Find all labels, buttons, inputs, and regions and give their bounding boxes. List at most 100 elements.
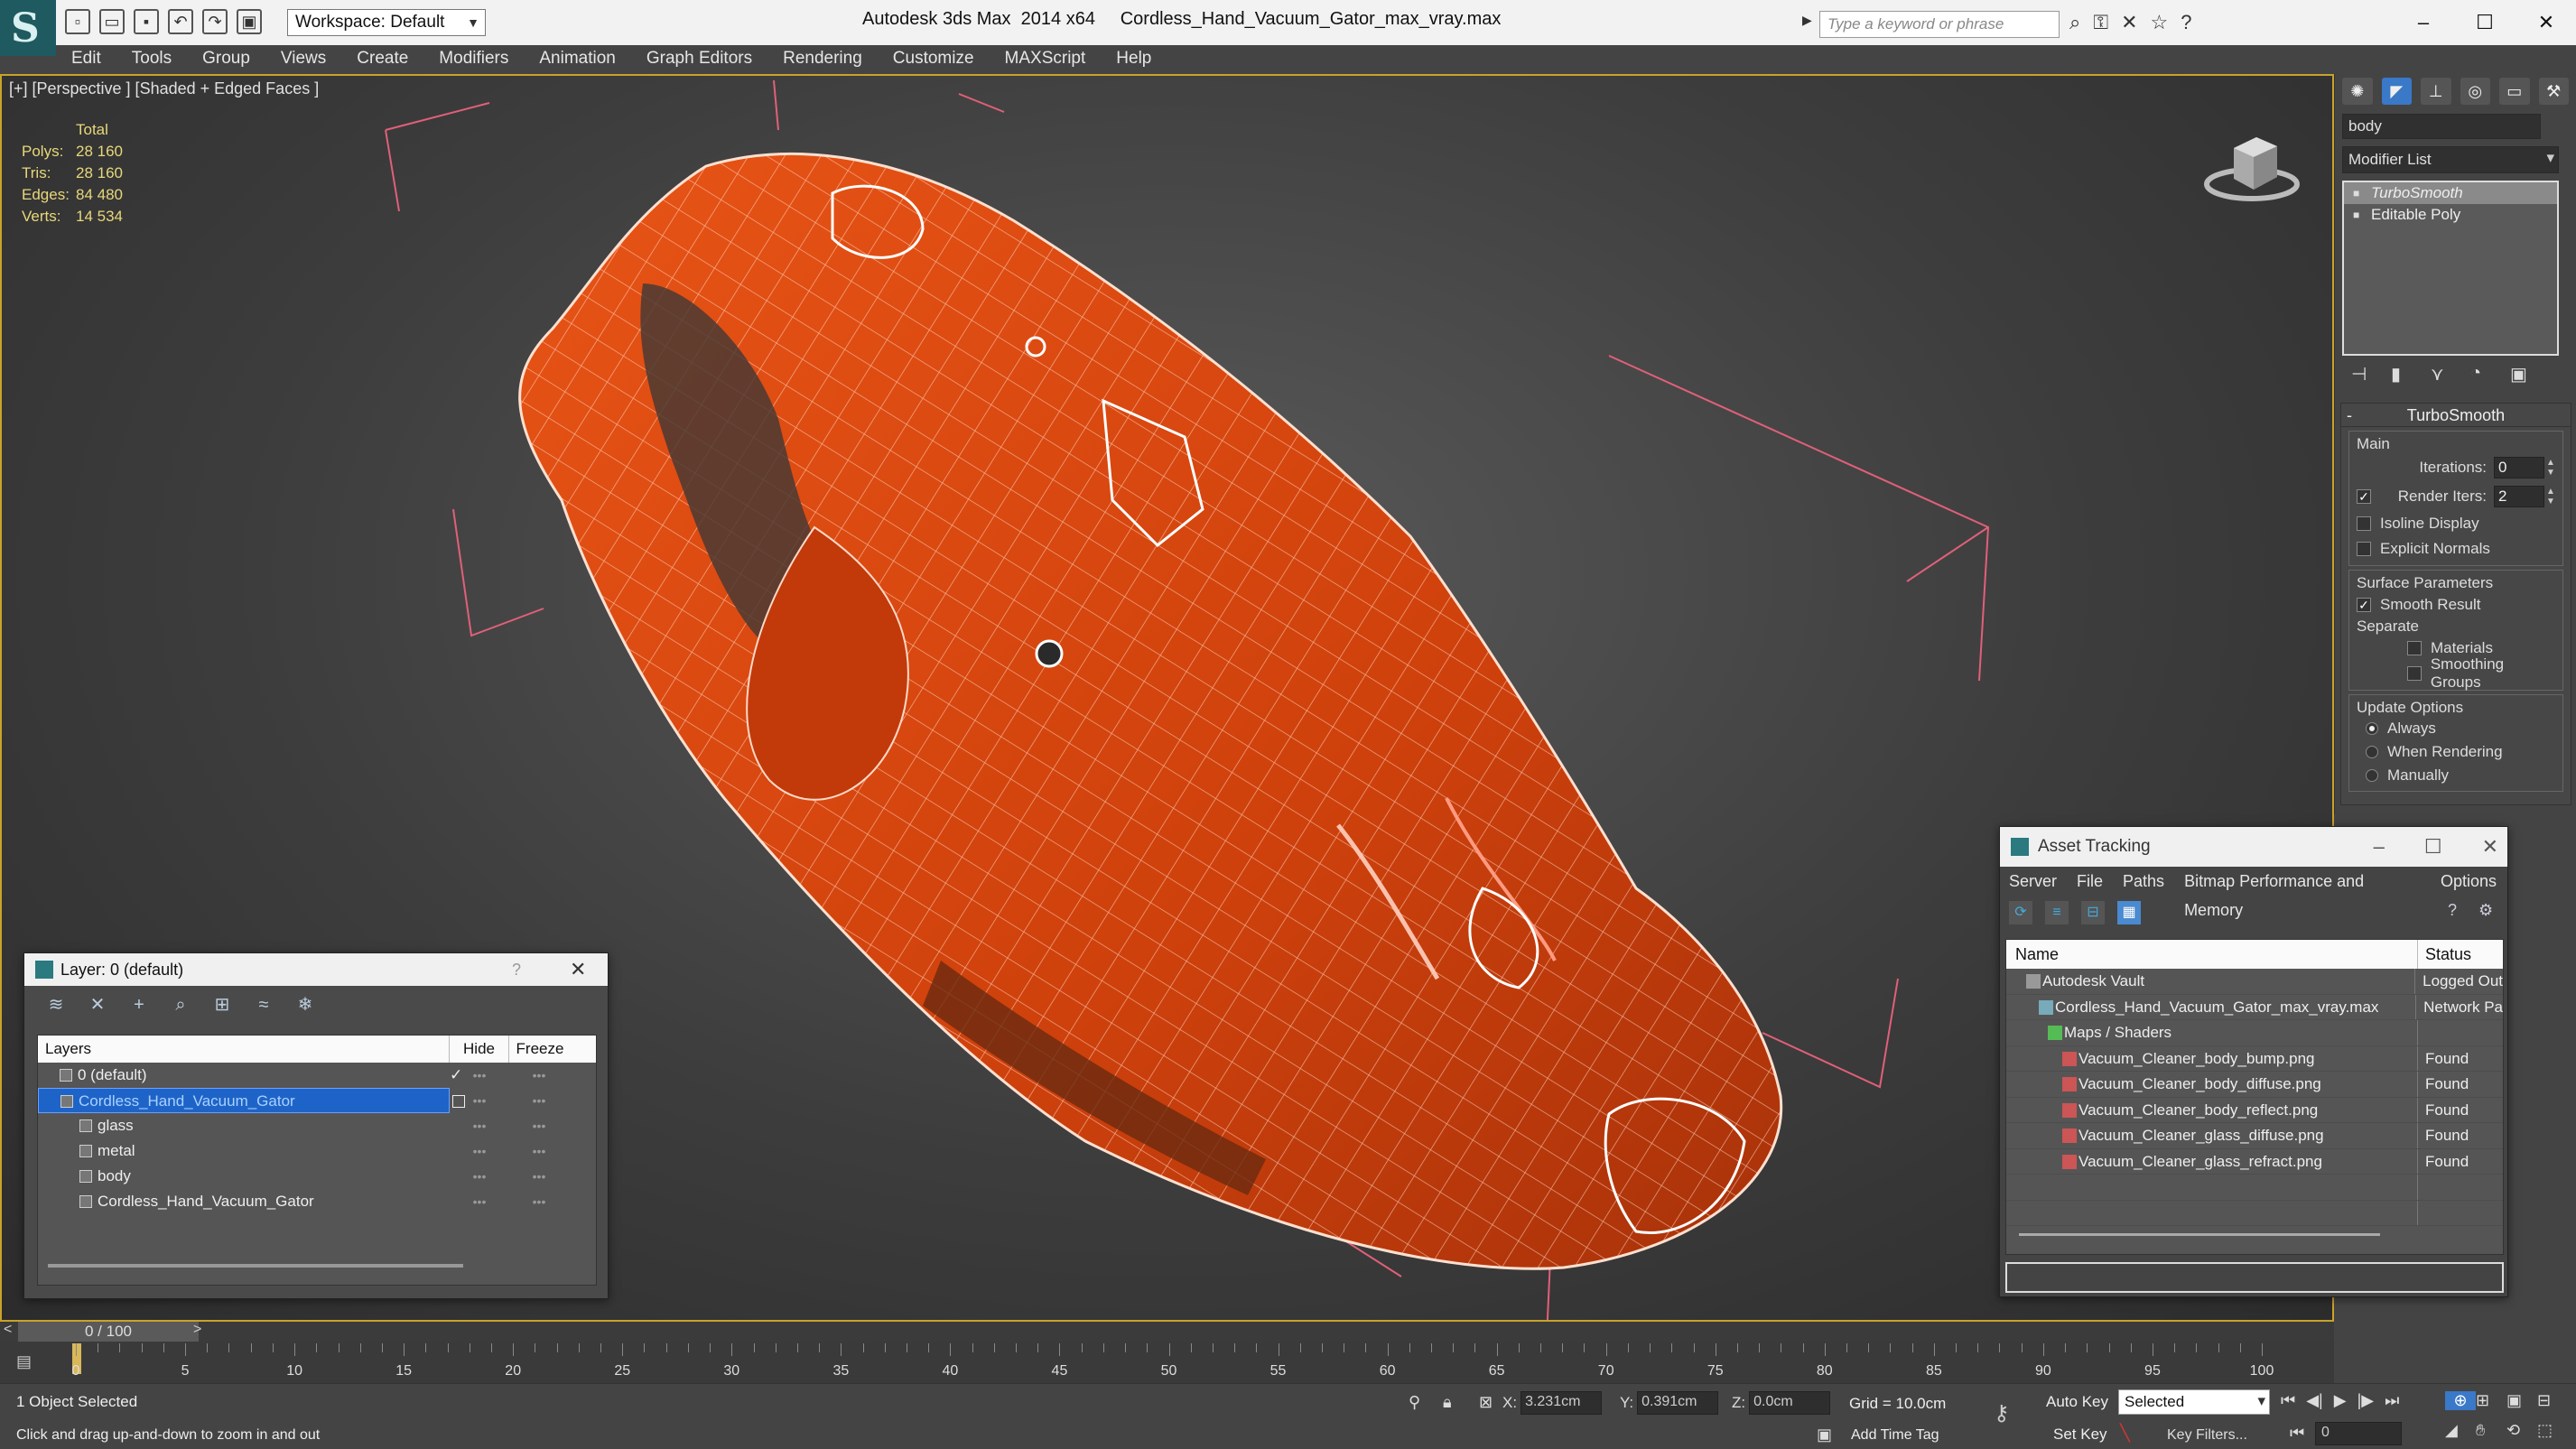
chevron-down-icon[interactable]: ▼ xyxy=(462,11,484,34)
track-bar[interactable]: ▤ 0 5 10 15 20 25 30 35 40 45 50 55 60 65 70 75 80 85 90 95… xyxy=(0,1342,2334,1383)
highlight-layer-icon[interactable]: ⊞ xyxy=(210,993,234,1017)
col-freeze[interactable]: Freeze xyxy=(509,1036,571,1063)
stack-item-turbosmooth[interactable]: TurboSmooth xyxy=(2344,182,2557,204)
key-filters-button[interactable]: Key Filters... xyxy=(2167,1427,2247,1444)
manually-radio[interactable] xyxy=(2366,769,2378,782)
go-to-start-icon[interactable]: ⏮ xyxy=(2281,1391,2295,1410)
zoom-extents-all-icon[interactable]: ⊟ xyxy=(2537,1391,2568,1410)
minimize-icon[interactable]: – xyxy=(2393,5,2454,40)
open-file-icon[interactable]: ▭ xyxy=(99,9,125,34)
when-rendering-radio[interactable] xyxy=(2366,746,2378,758)
asset-menu-item[interactable]: Options xyxy=(2432,867,2507,896)
menu-item[interactable]: Group xyxy=(187,45,265,74)
vacuum-model[interactable] xyxy=(518,153,1783,1270)
asset-row[interactable]: Cordless_Hand_Vacuum_Gator_max_vray.max N… xyxy=(2006,994,2503,1020)
layer-window-titlebar[interactable]: Layer: 0 (default) ? ✕ xyxy=(24,953,608,986)
modify-tab-icon[interactable]: ◤ xyxy=(2381,78,2412,105)
asset-name-cell[interactable]: Vacuum_Cleaner_glass_refract.png xyxy=(2006,1148,2418,1174)
horizontal-scrollbar[interactable] xyxy=(48,1264,463,1268)
configure-sets-icon[interactable]: ▣ xyxy=(2510,363,2530,385)
freeze-toggle[interactable]: ••• xyxy=(509,1189,569,1214)
layer-name-cell[interactable]: glass xyxy=(38,1113,450,1138)
minimize-icon[interactable]: – xyxy=(2374,827,2385,867)
asset-menu-item[interactable]: Paths xyxy=(2114,867,2175,896)
menu-item[interactable]: Graph Editors xyxy=(631,45,767,74)
project-folder-icon[interactable]: ▣ xyxy=(237,9,262,34)
horizontal-scrollbar[interactable] xyxy=(2006,1231,2503,1240)
z-field[interactable]: 0.0cm xyxy=(1749,1391,1831,1415)
show-end-result-icon[interactable]: ▮ xyxy=(2391,363,2411,385)
asset-name-cell[interactable]: Vacuum_Cleaner_body_bump.png xyxy=(2006,1045,2418,1071)
hide-all-icon[interactable]: ≈ xyxy=(252,993,275,1017)
asset-window-titlebar[interactable]: Asset Tracking – ☐ ✕ xyxy=(2000,827,2507,867)
layer-row[interactable]: metal ••• ••• xyxy=(38,1138,596,1164)
asset-name-cell[interactable]: Vacuum_Cleaner_body_diffuse.png xyxy=(2006,1072,2418,1097)
play-icon[interactable]: ▶ xyxy=(2334,1391,2347,1410)
asset-row[interactable]: Autodesk Vault Logged Out xyxy=(2006,969,2503,995)
refresh-icon[interactable]: ⟳ xyxy=(2009,901,2032,924)
asset-name-cell[interactable]: Vacuum_Cleaner_body_reflect.png xyxy=(2006,1097,2418,1122)
auto-key-button[interactable]: Auto Key xyxy=(2046,1393,2108,1411)
asset-menu-item[interactable]: Bitmap Performance and Memory xyxy=(2175,867,2432,919)
menu-item[interactable]: Rendering xyxy=(767,45,878,74)
freeze-toggle[interactable]: ••• xyxy=(509,1138,569,1164)
maximize-icon[interactable]: ☐ xyxy=(2424,827,2442,867)
make-current-checkbox[interactable] xyxy=(452,1095,465,1108)
go-to-end-icon[interactable]: ⏭ xyxy=(2385,1391,2399,1410)
create-layer-icon[interactable]: ≋ xyxy=(44,993,68,1017)
close-icon[interactable]: ✕ xyxy=(2516,5,2576,40)
layer-row[interactable]: Cordless_Hand_Vacuum_Gator ••• ••• xyxy=(38,1189,596,1214)
field-of-view-icon[interactable]: ◢ xyxy=(2445,1421,2476,1440)
menu-item[interactable]: MAXScript xyxy=(990,45,1102,74)
hide-toggle[interactable]: ••• xyxy=(450,1113,509,1138)
asset-row[interactable]: Vacuum_Cleaner_glass_diffuse.png Found xyxy=(2006,1123,2503,1149)
col-status[interactable]: Status xyxy=(2418,940,2471,969)
list-view-icon[interactable]: ≡ xyxy=(2045,901,2069,924)
zoom-icon[interactable]: ⊕ xyxy=(2445,1391,2476,1410)
spinner-arrows-icon[interactable]: ▲ ▼ xyxy=(2544,487,2557,506)
asset-row[interactable]: Vacuum_Cleaner_body_diffuse.png Found xyxy=(2006,1072,2503,1098)
new-file-icon[interactable]: ▫ xyxy=(65,9,90,34)
render-iters-spinner[interactable]: 2 xyxy=(2494,486,2544,507)
always-radio[interactable] xyxy=(2366,722,2378,735)
freeze-toggle[interactable]: ••• xyxy=(509,1113,569,1138)
isolate-selection-icon[interactable]: ⚲ xyxy=(1409,1393,1420,1412)
layer-name-cell[interactable]: 0 (default) ✓ xyxy=(38,1063,462,1088)
time-tag-icon[interactable]: ▣ xyxy=(1817,1426,1832,1444)
next-frame-icon[interactable]: |▶ xyxy=(2357,1391,2375,1410)
remove-modifier-icon[interactable]: ◔ xyxy=(2470,363,2490,383)
col-hide[interactable]: Hide xyxy=(450,1036,509,1063)
key-mode-icon[interactable]: ⏮ xyxy=(2290,1424,2304,1443)
asset-name-cell[interactable]: Vacuum_Cleaner_glass_diffuse.png xyxy=(2006,1123,2418,1148)
set-key-icon[interactable]: ╲ xyxy=(2120,1424,2130,1443)
isoline-checkbox[interactable] xyxy=(2357,516,2371,531)
utilities-tab-icon[interactable]: ⚒ xyxy=(2538,78,2569,105)
object-name-field[interactable]: body xyxy=(2342,114,2541,139)
previous-frame-icon[interactable]: ◀| xyxy=(2306,1391,2323,1410)
absolute-mode-icon[interactable]: ⊠ xyxy=(1479,1393,1493,1412)
freeze-toggle[interactable]: ••• xyxy=(509,1063,569,1088)
col-name[interactable]: Name xyxy=(2006,940,2418,969)
save-file-icon[interactable]: ▪ xyxy=(134,9,159,34)
maximize-icon[interactable]: ☐ xyxy=(2454,5,2516,40)
key-icon[interactable]: ⚿ xyxy=(2093,11,2108,34)
display-tab-icon[interactable]: ▭ xyxy=(2499,78,2530,105)
asset-name-cell[interactable]: Cordless_Hand_Vacuum_Gator_max_vray.max xyxy=(2006,994,2417,1019)
pan-icon[interactable]: ✋︎ xyxy=(2476,1421,2506,1440)
time-slider[interactable]: < 0 / 100 > xyxy=(0,1322,2334,1342)
hide-toggle[interactable]: ••• xyxy=(450,1138,509,1164)
search-input[interactable]: Type a keyword or phrase xyxy=(1819,11,2060,38)
app-logo[interactable]: S xyxy=(0,0,56,56)
iterations-spinner[interactable]: 0 xyxy=(2494,457,2544,478)
hierarchy-tab-icon[interactable]: ⊥ xyxy=(2421,78,2451,105)
asset-row[interactable]: Vacuum_Cleaner_body_bump.png Found xyxy=(2006,1045,2503,1072)
layer-name-cell[interactable]: body xyxy=(38,1164,450,1189)
orbit-icon[interactable]: ⟲ xyxy=(2506,1421,2537,1440)
viewcube-icon[interactable] xyxy=(2198,112,2306,211)
smooth-result-checkbox[interactable]: ✓ xyxy=(2357,598,2371,612)
hide-toggle[interactable]: ••• xyxy=(450,1164,509,1189)
selection-set-dropdown[interactable]: Selected xyxy=(2118,1389,2270,1415)
next-frame-arrow[interactable]: > xyxy=(193,1322,201,1338)
stack-item-editable-poly[interactable]: Editable Poly xyxy=(2344,204,2557,226)
menu-item[interactable]: Modifiers xyxy=(423,45,524,74)
